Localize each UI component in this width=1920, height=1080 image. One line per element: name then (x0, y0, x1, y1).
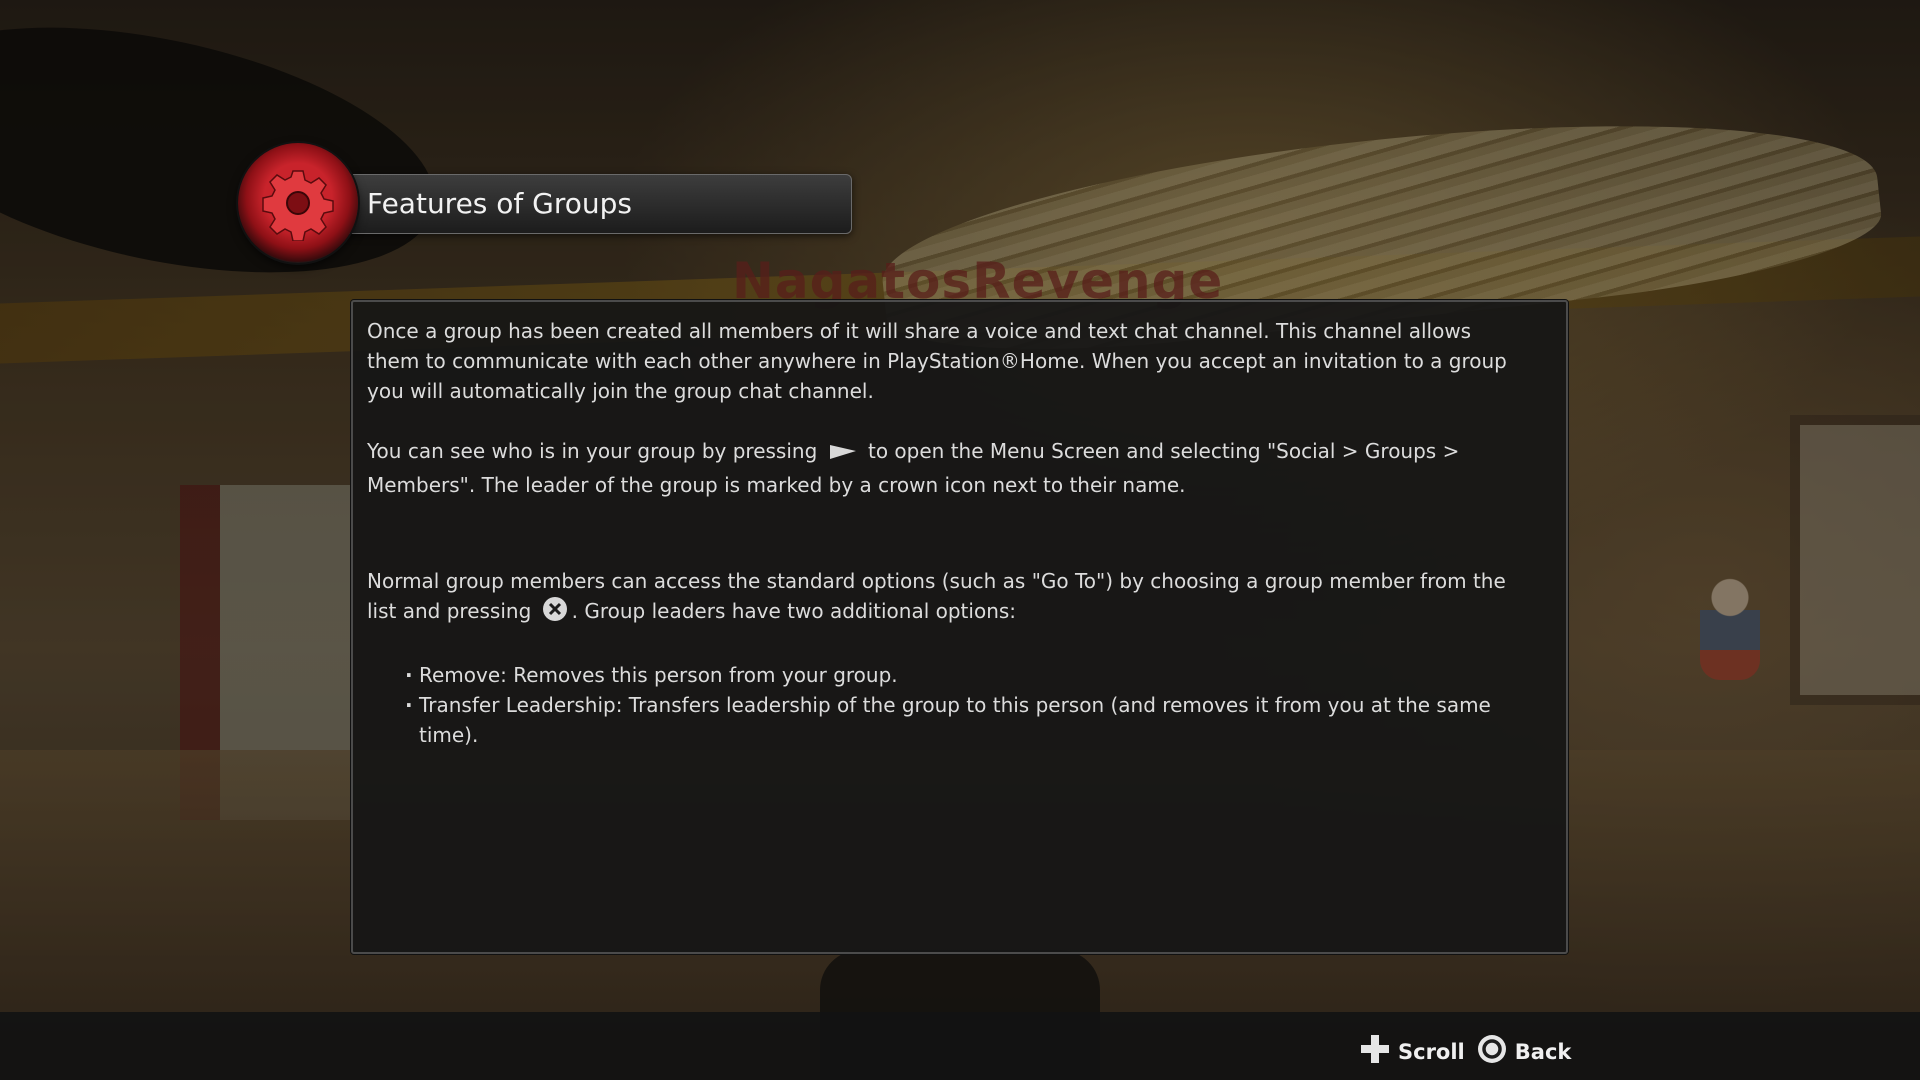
leader-options-list: Remove: Removes this person from your gr… (367, 660, 1517, 750)
panel-body: Once a group has been created all member… (367, 316, 1517, 750)
cross-button-icon (542, 596, 568, 630)
circle-button-icon (1477, 1034, 1507, 1069)
page-title: Features of Groups (367, 187, 633, 220)
paragraph-2: You can see who is in your group by pres… (367, 436, 1517, 500)
list-item-remove: Remove: Removes this person from your gr… (405, 660, 1517, 690)
gear-icon-glyph (262, 170, 334, 241)
bottom-hint-bar (0, 1012, 1920, 1080)
paragraph-1: Once a group has been created all member… (367, 319, 1507, 403)
back-label[interactable]: Back (1515, 1040, 1572, 1064)
scroll-label: Scroll (1398, 1039, 1465, 1064)
gear-icon (238, 143, 358, 263)
paragraph-2-text-a: You can see who is in your group by pres… (367, 439, 818, 463)
content-panel[interactable]: Once a group has been created all member… (351, 300, 1568, 954)
title-bar: Features of Groups (340, 174, 852, 234)
start-button-icon (828, 440, 858, 470)
paragraph-3: Normal group members can access the stan… (367, 566, 1517, 630)
paragraph-3-text-b: . Group leaders have two additional opti… (571, 599, 1017, 623)
scroll-hint[interactable]: Scroll Back (1360, 1034, 1571, 1069)
list-item-transfer-leadership: Transfer Leadership: Transfers leadershi… (405, 690, 1517, 750)
dpad-icon (1360, 1034, 1390, 1069)
